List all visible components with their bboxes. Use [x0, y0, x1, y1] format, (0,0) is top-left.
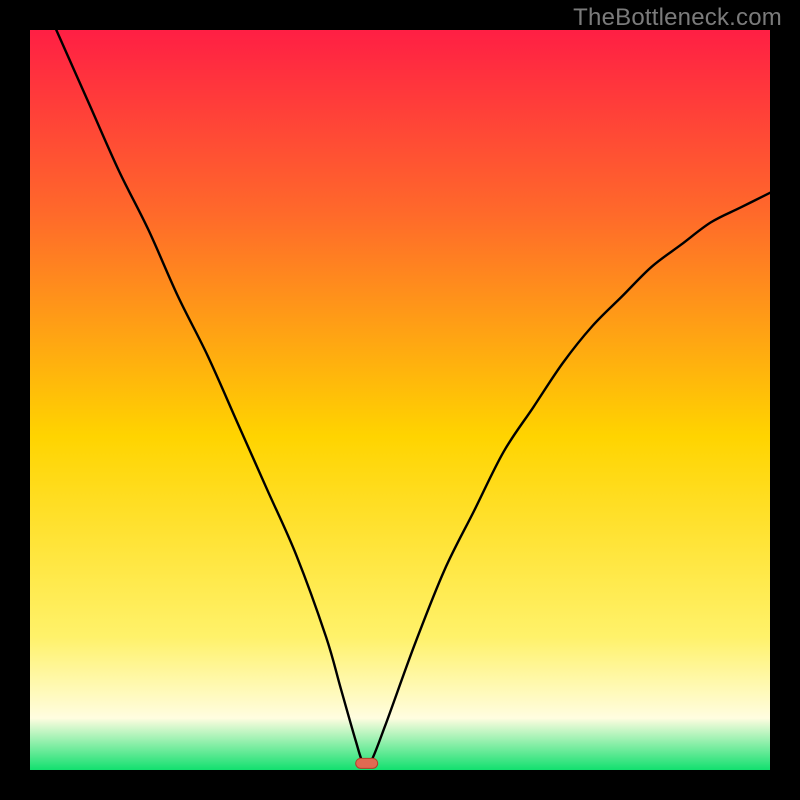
plot-area: [30, 30, 770, 770]
chart-frame: TheBottleneck.com: [0, 0, 800, 800]
optimal-marker: [356, 758, 378, 768]
watermark-text: TheBottleneck.com: [573, 4, 782, 32]
plot-svg: [30, 30, 770, 770]
gradient-background: [30, 30, 770, 770]
